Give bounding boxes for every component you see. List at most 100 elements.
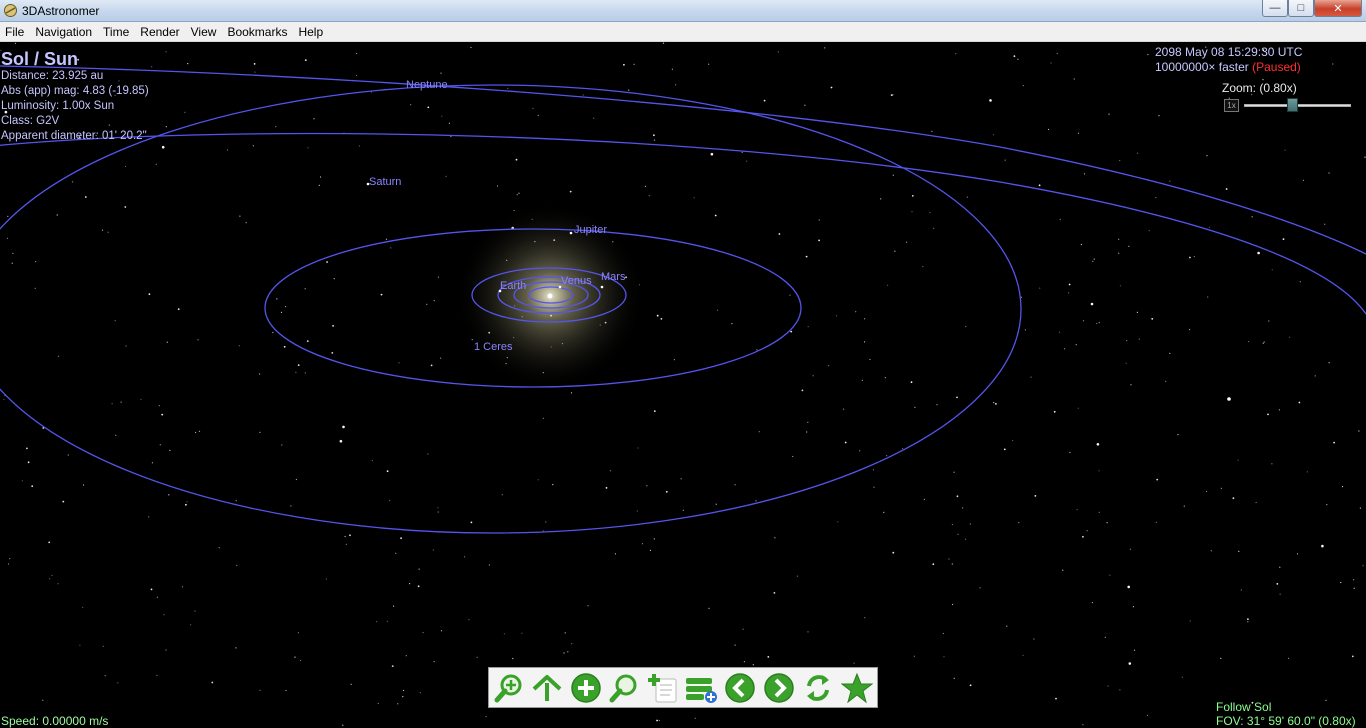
star [542,417,545,419]
back-button[interactable] [723,671,757,705]
star [955,53,957,55]
star [391,665,394,667]
star [57,583,59,585]
star [807,631,809,633]
star [1106,522,1108,524]
label-jupiter[interactable]: Jupiter [574,224,607,236]
star [1073,78,1075,80]
star [682,509,684,511]
zoom-reset-button[interactable]: 1x [1224,99,1239,112]
star [238,345,240,347]
star [1056,52,1058,55]
star [587,605,589,607]
star [855,311,857,313]
star [660,318,663,320]
star [294,656,296,658]
star [872,469,875,471]
sun-marker[interactable] [547,293,553,299]
selected-object-title: Sol / Sun [1,49,79,69]
star [67,454,69,456]
label-earth[interactable]: Earth [500,280,526,292]
star [1220,657,1222,660]
star [564,632,566,634]
star [169,449,171,451]
menu-file[interactable]: File [0,22,29,42]
star [563,652,565,654]
star [969,523,972,525]
space-viewport[interactable]: Sol / Sun Distance: 23.925 au Abs (app) … [0,42,1366,728]
star [325,578,327,580]
star [906,241,908,243]
label-ceres[interactable]: 1 Ceres [474,341,513,353]
star [84,196,87,198]
star [923,498,926,500]
space-scene[interactable] [0,42,1366,728]
mars-marker[interactable] [600,285,604,289]
menu-render[interactable]: Render [134,22,184,42]
label-venus[interactable]: Venus [561,275,592,287]
maximize-button[interactable]: □ [1288,0,1314,17]
star [1118,252,1120,254]
star [349,534,351,537]
star [1232,497,1235,500]
star [501,494,503,496]
star [1138,338,1140,340]
add-button[interactable] [569,671,603,705]
star [14,42,17,44]
star [398,362,400,364]
star [1210,550,1212,552]
star [313,118,315,120]
star [166,341,168,343]
star [1082,320,1085,322]
menu-view[interactable]: View [185,22,222,42]
star [410,104,412,106]
label-saturn[interactable]: Saturn [369,176,401,188]
forward-button[interactable] [762,671,796,705]
star [515,158,518,161]
star [1058,331,1061,333]
jupiter-marker[interactable] [569,231,573,235]
star [932,563,935,566]
star [1247,341,1250,343]
search-button[interactable] [607,671,641,705]
star [537,479,539,481]
star [1340,581,1342,584]
star [342,724,344,726]
star [1033,638,1035,640]
star [1271,269,1273,271]
menu-navigation[interactable]: Navigation [29,22,97,42]
zoom-slider-thumb[interactable] [1287,98,1299,112]
star [743,661,746,663]
star [1013,55,1016,58]
star [758,431,760,433]
star [235,500,237,502]
new-bookmark-button[interactable] [645,671,679,705]
star [671,68,674,70]
minimize-button[interactable]: — [1262,0,1288,17]
star [853,662,855,664]
star [807,326,809,328]
add-list-button[interactable] [684,671,718,705]
paused-status[interactable]: (Paused) [1252,60,1301,74]
menu-time[interactable]: Time [97,22,134,42]
star [333,278,335,280]
star [114,320,116,322]
star [894,250,896,252]
refresh-button[interactable] [801,671,835,705]
label-neptune[interactable]: Neptune [406,79,448,91]
label-mars[interactable]: Mars [601,271,625,283]
menu-help[interactable]: Help [292,22,328,42]
star [1104,636,1106,638]
menu-bookmarks[interactable]: Bookmarks [221,22,292,42]
star [653,538,655,540]
zoom-in-button[interactable] [492,671,526,705]
close-button[interactable]: ✕ [1314,0,1362,17]
star [805,255,808,258]
star [1267,413,1269,416]
star [593,117,595,119]
star [1119,159,1121,162]
star [943,656,945,658]
favorite-button[interactable] [840,671,874,705]
star [1158,115,1160,117]
home-button[interactable] [530,671,564,705]
